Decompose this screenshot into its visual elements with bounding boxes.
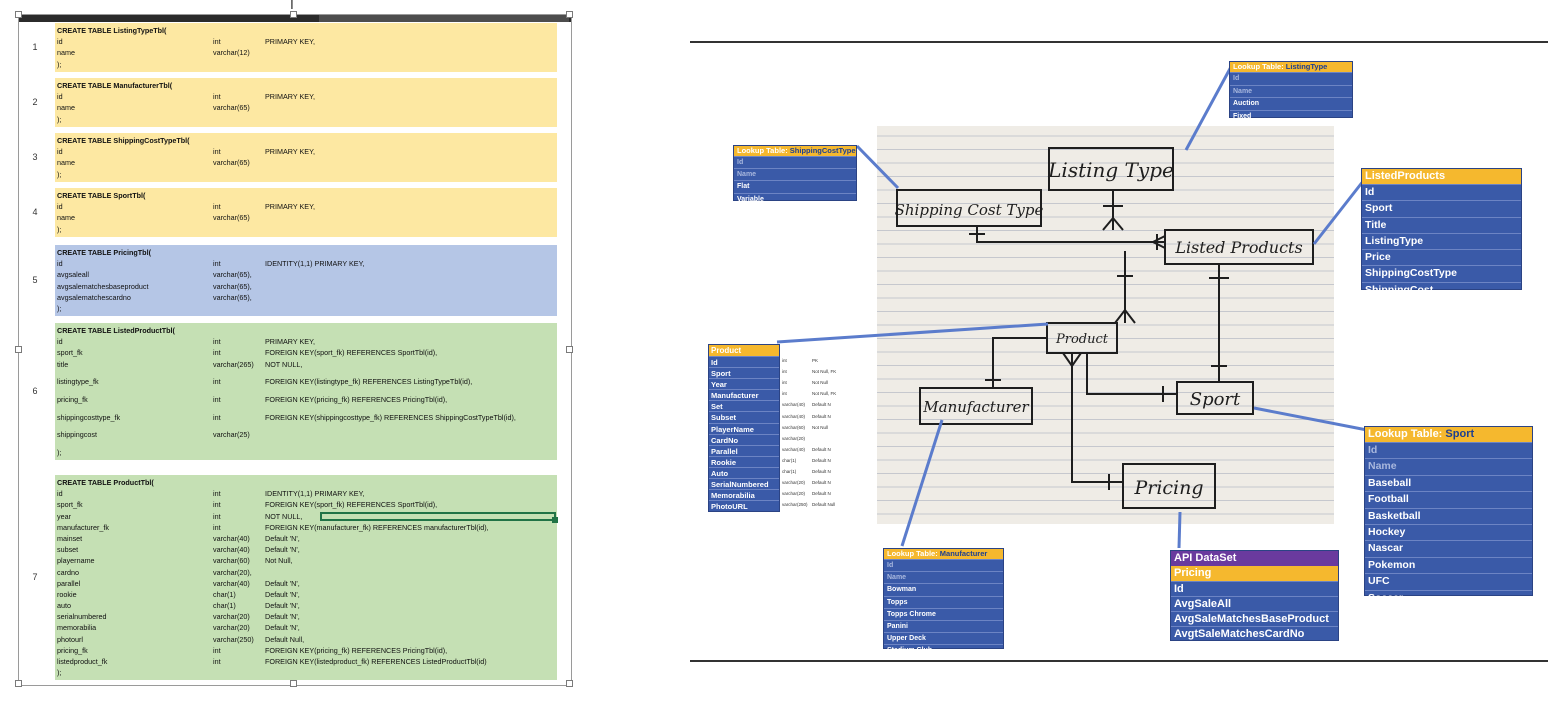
table-row: Panini (884, 619, 1003, 632)
table-row: Id (1362, 184, 1521, 200)
table-row: Variable (734, 192, 856, 205)
table-row: ListingType (1362, 232, 1521, 249)
product-field: Parallel (709, 444, 779, 456)
table-row: Id (1365, 442, 1532, 458)
product-field-type: char(1) (782, 469, 797, 474)
product-field-note: Default Null (812, 502, 836, 508)
table-row: Price (1362, 249, 1521, 265)
product-field-note: Default N (812, 480, 831, 486)
lookup-prefix: Lookup Table: (737, 146, 788, 155)
table-row: Soccer (1365, 589, 1532, 606)
listed-products-title: ListedProducts (1362, 169, 1521, 184)
table-row: Basketball (1365, 507, 1532, 524)
table-row: Id (734, 156, 856, 168)
product-field-note: Default N (812, 491, 831, 497)
table-row: Sport (1362, 200, 1521, 216)
table-row: Title (1362, 216, 1521, 233)
api-row: AvgtSaleMatchesCardNo (1171, 626, 1338, 641)
table-row: Flat (734, 180, 856, 192)
product-field: Memorabilia (709, 489, 779, 500)
api-row: AvgSaleMatchesBaseProduct (1171, 611, 1338, 626)
table-row: ShippingCostType (1362, 265, 1521, 281)
product-table-title: Product (709, 345, 779, 356)
table-row: Stadium Club (884, 644, 1003, 656)
lookup-name: Manufacturer (939, 549, 988, 558)
api-row: Id (1171, 581, 1338, 596)
table-row: Baseball (1365, 474, 1532, 491)
table-row: Topps (884, 595, 1003, 608)
product-field-note: Not Null, FK (812, 391, 837, 397)
product-field: SerialNumbered (709, 478, 779, 489)
product-field-type: int (782, 369, 787, 375)
table-row: Topps Chrome (884, 607, 1003, 620)
api-dataset-table: API DataSet Pricing Id AvgSaleAll AvgSaleM… (1170, 550, 1339, 641)
product-field: Sport (709, 367, 779, 378)
product-field-type: varchar(20) (782, 435, 806, 441)
lookup-name: Sport (1445, 428, 1475, 440)
table-row: Auction (1230, 97, 1352, 110)
table-row: Name (734, 168, 856, 180)
product-field-type: char(1) (782, 457, 797, 463)
table-row: Name (1230, 84, 1352, 98)
product-field-note: Not Null, FK (812, 369, 837, 375)
product-field: PhotoURL (709, 500, 779, 511)
table-row: Pokemon (1365, 556, 1532, 573)
lookup-name: ListingType (1285, 62, 1328, 71)
table-row: UFC (1365, 573, 1532, 589)
shipping-cost-type-lookup-table: Lookup Table: ShippingCostType Id Name Fla… (733, 145, 857, 203)
product-field-type: varchar(20) (782, 491, 806, 497)
sport-lookup-table: Lookup Table: Sport Id Name Baseball Footba… (1364, 426, 1533, 604)
product-field: Year (709, 378, 779, 389)
table-row: Hockey (1365, 523, 1532, 540)
product-field-type: varchar(20) (782, 480, 806, 486)
table-row: Bowman (884, 583, 1003, 595)
product-field-note: Default N (812, 413, 831, 419)
api-dataset-title: API DataSet (1171, 551, 1338, 566)
table-row: Id (1230, 72, 1352, 85)
product-field: Manufacturer (709, 389, 779, 400)
lookup-prefix: Lookup Table: (1233, 62, 1284, 71)
product-field: CardNo (709, 433, 779, 445)
product-field-note: Not Null (812, 424, 829, 430)
lookup-name: ShippingCostType (789, 146, 856, 155)
table-row: ShippingCost (1362, 281, 1521, 298)
lookup-prefix: Lookup Table: (1368, 428, 1443, 440)
table-row: Fixed (1230, 109, 1352, 123)
product-field-note: Default N (812, 469, 831, 474)
product-field: Subset (709, 411, 779, 422)
table-row: Name (1365, 458, 1532, 474)
product-field: Rookie (709, 455, 779, 467)
product-field-note: Not Null (812, 380, 829, 386)
table-row: Id (884, 559, 1003, 571)
product-field: Auto (709, 466, 779, 478)
product-field-type: varchar(40) (782, 446, 806, 452)
product-field-note: PK (812, 358, 819, 363)
product-field-note: Default N (812, 457, 831, 463)
product-field-type: varchar(40) (782, 413, 806, 419)
table-row: Name (884, 571, 1003, 583)
lookup-prefix: Lookup Table: (887, 549, 938, 558)
product-field-type: int (782, 391, 787, 397)
table-row: Upper Deck (884, 632, 1003, 644)
product-field: Set (709, 400, 779, 411)
product-field-note: Default N (812, 402, 831, 408)
product-field: PlayerName (709, 422, 779, 434)
product-field: Id (709, 356, 779, 367)
manufacturer-lookup-table: Lookup Table: Manufacturer Id Name Bowman T… (883, 548, 1004, 654)
product-table: Product Id Sport Year Manufacturer Set Subset… (708, 344, 848, 514)
product-field-type: varchar(40) (782, 402, 806, 408)
listed-products-table: ListedProducts Id Sport Title ListingType Pr… (1361, 168, 1522, 296)
table-row: Football (1365, 491, 1532, 507)
product-field-note: Default N (812, 446, 831, 452)
table-row: Nascar (1365, 540, 1532, 556)
api-dataset-subtitle: Pricing (1171, 566, 1338, 581)
product-field-type: int (782, 380, 787, 386)
listing-type-lookup-table: Lookup Table: ListingType Id Name Auction F… (1229, 61, 1353, 120)
product-field-type: varchar(60) (782, 424, 806, 430)
api-row: AvgSaleAll (1171, 596, 1338, 611)
product-field-type: int (782, 358, 787, 363)
product-field-type: varchar(250) (782, 502, 808, 508)
